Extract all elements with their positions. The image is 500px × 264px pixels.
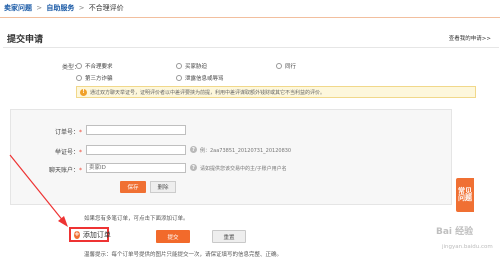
- annotation-arrow: [9, 154, 68, 227]
